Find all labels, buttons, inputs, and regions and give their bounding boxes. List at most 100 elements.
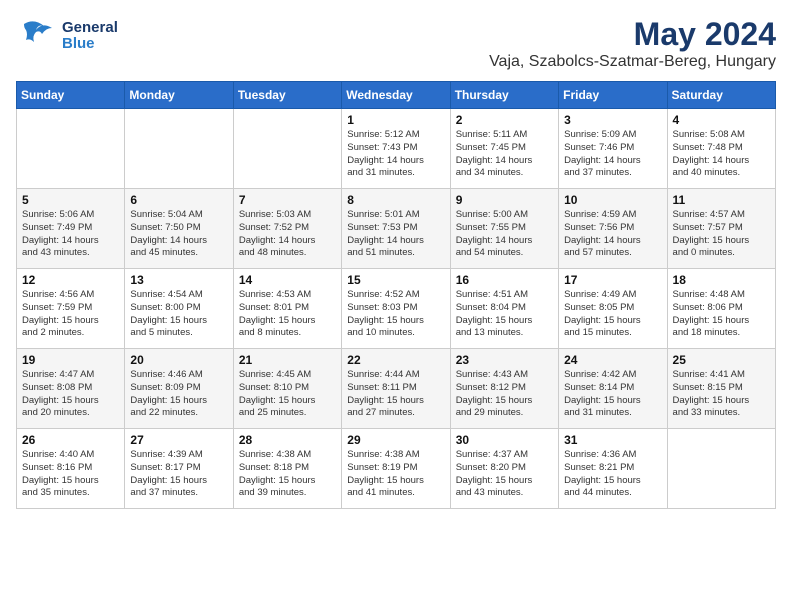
day-number: 11 — [673, 193, 770, 207]
header-thursday: Thursday — [450, 82, 558, 109]
cell-info: Daylight: 15 hours — [673, 235, 770, 248]
day-number: 12 — [22, 273, 119, 287]
cell-w4-d3: 22Sunrise: 4:44 AMSunset: 8:11 PMDayligh… — [342, 349, 450, 429]
cell-info: and 31 minutes. — [564, 407, 661, 420]
cell-w2-d0: 5Sunrise: 5:06 AMSunset: 7:49 PMDaylight… — [17, 189, 125, 269]
week-row-4: 19Sunrise: 4:47 AMSunset: 8:08 PMDayligh… — [17, 349, 776, 429]
cell-info: Daylight: 15 hours — [130, 475, 227, 488]
cell-info: Sunrise: 4:51 AM — [456, 289, 553, 302]
day-number: 9 — [456, 193, 553, 207]
cell-info: Sunset: 7:55 PM — [456, 222, 553, 235]
cell-info: Daylight: 14 hours — [347, 155, 444, 168]
cell-w4-d0: 19 Sunrise: 4:47 AMSunset: 8:08 PMDayligh… — [17, 349, 125, 429]
cell-info: Daylight: 15 hours — [347, 315, 444, 328]
cell-info: Daylight: 15 hours — [564, 395, 661, 408]
cell-info: Sunrise: 4:41 AM — [673, 369, 770, 382]
cell-info: Sunset: 8:10 PM — [239, 382, 336, 395]
cell-info: Sunset: 8:09 PM — [130, 382, 227, 395]
day-number: 14 — [239, 273, 336, 287]
calendar-title: May 2024 — [489, 16, 776, 53]
cell-info: Sunrise: 5:03 AM — [239, 209, 336, 222]
cell-info: Sunset: 8:08 PM — [22, 382, 119, 395]
cell-info: Daylight: 15 hours — [239, 395, 336, 408]
calendar-header-row: SundayMondayTuesdayWednesdayThursdayFrid… — [17, 82, 776, 109]
cell-info: and 22 minutes. — [130, 407, 227, 420]
cell-info: and 15 minutes. — [564, 327, 661, 340]
day-number: 29 — [347, 433, 444, 447]
cell-w5-d4: 30Sunrise: 4:37 AMSunset: 8:20 PMDayligh… — [450, 429, 558, 509]
cell-info: and 25 minutes. — [239, 407, 336, 420]
header-monday: Monday — [125, 82, 233, 109]
cell-info: Sunrise: 4:46 AM — [130, 369, 227, 382]
cell-info: Sunset: 8:21 PM — [564, 462, 661, 475]
day-number: 26 — [22, 433, 119, 447]
calendar-subtitle: Vaja, Szabolcs-Szatmar-Bereg, Hungary — [489, 53, 776, 71]
cell-w2-d1: 6Sunrise: 5:04 AMSunset: 7:50 PMDaylight… — [125, 189, 233, 269]
cell-info: and 51 minutes. — [347, 247, 444, 260]
cell-info: Sunset: 8:18 PM — [239, 462, 336, 475]
cell-info: Daylight: 14 hours — [347, 235, 444, 248]
cell-info: Daylight: 14 hours — [130, 235, 227, 248]
day-number: 25 — [673, 353, 770, 367]
cell-info: Sunset: 8:19 PM — [347, 462, 444, 475]
cell-info: Daylight: 15 hours — [673, 315, 770, 328]
cell-w3-d1: 13Sunrise: 4:54 AMSunset: 8:00 PMDayligh… — [125, 269, 233, 349]
day-number: 27 — [130, 433, 227, 447]
cell-info: Sunrise: 5:09 AM — [564, 129, 661, 142]
cell-info: and 39 minutes. — [239, 487, 336, 500]
day-number: 8 — [347, 193, 444, 207]
cell-w3-d3: 15Sunrise: 4:52 AMSunset: 8:03 PMDayligh… — [342, 269, 450, 349]
cell-info: and 40 minutes. — [673, 167, 770, 180]
cell-info: Sunrise: 4:40 AM — [22, 449, 119, 462]
cell-info: Daylight: 15 hours — [456, 395, 553, 408]
day-number: 19 — [22, 353, 119, 367]
cell-info: Sunset: 8:04 PM — [456, 302, 553, 315]
header-sunday: Sunday — [17, 82, 125, 109]
cell-info: Daylight: 15 hours — [564, 315, 661, 328]
day-number: 22 — [347, 353, 444, 367]
cell-info: and 41 minutes. — [347, 487, 444, 500]
cell-info: Daylight: 15 hours — [456, 315, 553, 328]
cell-info: Sunrise: 4:38 AM — [347, 449, 444, 462]
week-row-2: 5Sunrise: 5:06 AMSunset: 7:49 PMDaylight… — [17, 189, 776, 269]
cell-info: Daylight: 15 hours — [22, 475, 119, 488]
day-number: 7 — [239, 193, 336, 207]
cell-w3-d5: 17Sunrise: 4:49 AMSunset: 8:05 PMDayligh… — [559, 269, 667, 349]
cell-w5-d2: 28Sunrise: 4:38 AMSunset: 8:18 PMDayligh… — [233, 429, 341, 509]
cell-info: Sunset: 7:49 PM — [22, 222, 119, 235]
logo-text: General Blue — [62, 20, 118, 53]
cell-info: Daylight: 15 hours — [239, 315, 336, 328]
cell-w5-d6 — [667, 429, 775, 509]
cell-info: Sunrise: 4:57 AM — [673, 209, 770, 222]
cell-info: Sunset: 8:20 PM — [456, 462, 553, 475]
cell-info: Sunrise: 5:01 AM — [347, 209, 444, 222]
cell-info: Sunrise: 4:39 AM — [130, 449, 227, 462]
calendar-table: SundayMondayTuesdayWednesdayThursdayFrid… — [16, 81, 776, 509]
cell-info: Sunset: 8:11 PM — [347, 382, 444, 395]
cell-info: and 43 minutes. — [22, 247, 119, 260]
cell-info: Sunrise: 5:11 AM — [456, 129, 553, 142]
cell-info: Sunrise: 4:45 AM — [239, 369, 336, 382]
cell-info: and 43 minutes. — [456, 487, 553, 500]
cell-w5-d5: 31Sunrise: 4:36 AMSunset: 8:21 PMDayligh… — [559, 429, 667, 509]
day-number: 20 — [130, 353, 227, 367]
cell-info: Daylight: 15 hours — [22, 395, 119, 408]
header-friday: Friday — [559, 82, 667, 109]
cell-info: Sunset: 7:45 PM — [456, 142, 553, 155]
cell-w1-d5: 3Sunrise: 5:09 AMSunset: 7:46 PMDaylight… — [559, 109, 667, 189]
day-number: 10 — [564, 193, 661, 207]
cell-info: Daylight: 15 hours — [347, 395, 444, 408]
day-number: 24 — [564, 353, 661, 367]
cell-info: Sunrise: 4:36 AM — [564, 449, 661, 462]
cell-w4-d1: 20Sunrise: 4:46 AMSunset: 8:09 PMDayligh… — [125, 349, 233, 429]
cell-info: Sunrise: 5:04 AM — [130, 209, 227, 222]
cell-w2-d4: 9Sunrise: 5:00 AMSunset: 7:55 PMDaylight… — [450, 189, 558, 269]
cell-info: Daylight: 15 hours — [456, 475, 553, 488]
cell-info: Sunrise: 4:56 AM — [22, 289, 119, 302]
day-number: 17 — [564, 273, 661, 287]
header: General Blue May 2024 Vaja, Szabolcs-Sza… — [16, 16, 776, 71]
cell-info: Daylight: 14 hours — [673, 155, 770, 168]
cell-info: Sunset: 8:14 PM — [564, 382, 661, 395]
cell-info: Daylight: 15 hours — [564, 475, 661, 488]
cell-info: Sunrise: 4:47 AM — [22, 369, 119, 382]
